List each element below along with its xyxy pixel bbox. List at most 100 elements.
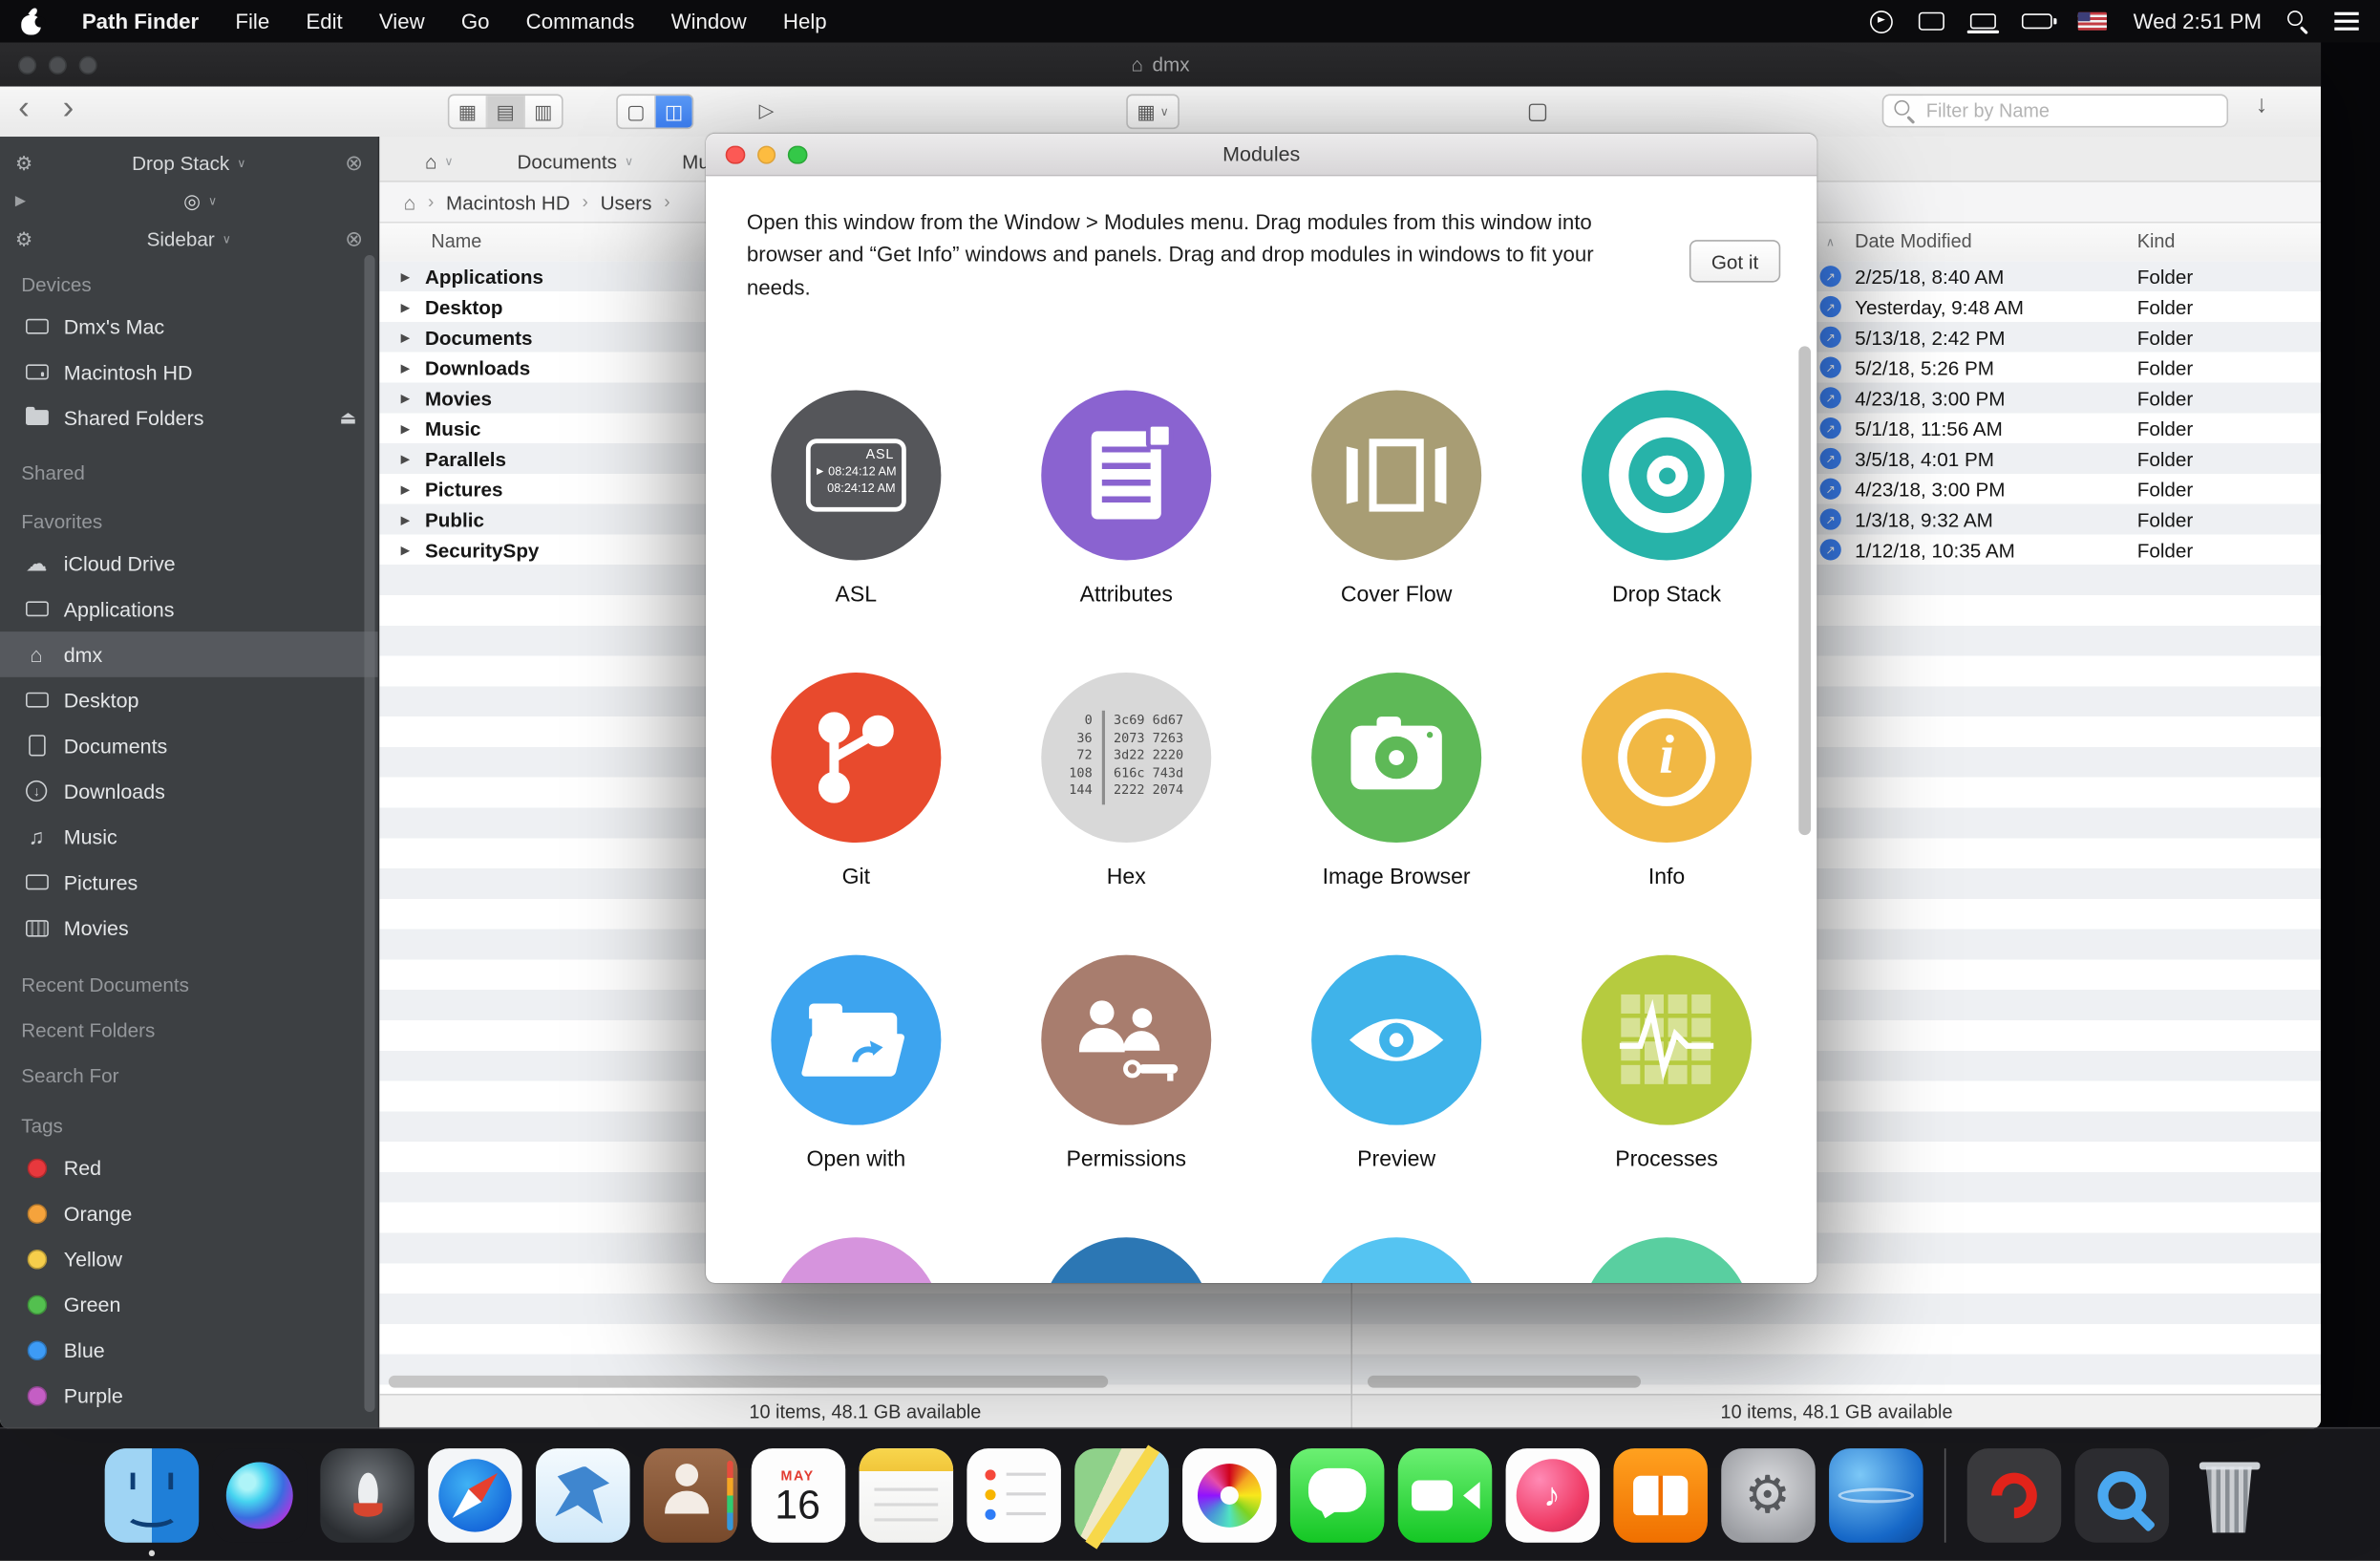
module-partial-4[interactable] — [1582, 1237, 1752, 1283]
sidebar-item-dmx[interactable]: ⌂ dmx — [0, 631, 378, 677]
menu-item-window[interactable]: Window — [671, 10, 747, 33]
sidebar-tag-purple[interactable]: Purple — [0, 1373, 378, 1419]
module-attributes[interactable]: Attributes — [1041, 390, 1211, 673]
disclosure-triangle-icon[interactable]: ▶ — [401, 360, 416, 374]
zoom-window-button[interactable] — [79, 55, 97, 74]
sidebar-tag-orange[interactable]: Orange — [0, 1190, 378, 1236]
date-modified-column-header[interactable]: Date Modified — [1855, 231, 1972, 252]
dock-icon-adobe-acrobat[interactable] — [1966, 1447, 2061, 1542]
home-icon[interactable]: ⌂ — [404, 190, 415, 213]
dock-icon-messages[interactable] — [1289, 1447, 1384, 1542]
horizontal-scrollbar[interactable] — [1368, 1376, 1641, 1388]
menu-item-file[interactable]: File — [235, 10, 269, 33]
module-partial-1[interactable] — [771, 1237, 941, 1283]
menu-item-edit[interactable]: Edit — [306, 10, 342, 33]
dock-icon-itunes[interactable]: ♪ — [1505, 1447, 1600, 1542]
disclosure-triangle-icon[interactable]: ▶ — [401, 300, 416, 313]
airplay-menu-icon[interactable] — [1971, 13, 1997, 29]
zoom-modules-button[interactable] — [788, 145, 807, 164]
gear-icon[interactable]: ⚙ — [15, 151, 33, 175]
module-asl[interactable]: ASL ▶08:24:12 AM 08:24:12 AM ASL — [771, 390, 941, 673]
kind-column-header[interactable]: Kind — [2137, 231, 2176, 252]
dock-icon-reminders[interactable] — [967, 1447, 1061, 1542]
sidebar-tag-red[interactable]: Red — [0, 1144, 378, 1190]
dock-icon-quicktime[interactable] — [2074, 1447, 2169, 1542]
module-partial-3[interactable] — [1311, 1237, 1481, 1283]
window-title-bar[interactable]: ⌂ dmx — [0, 43, 2321, 87]
sidebar-tag-yellow[interactable]: Yellow — [0, 1236, 378, 1282]
sidebar-item-documents[interactable]: Documents — [0, 723, 378, 769]
sidebar-item-icloud-drive[interactable]: ☁ iCloud Drive — [0, 541, 378, 587]
disclosure-triangle-icon[interactable]: ▶ — [401, 452, 416, 465]
menu-item-view[interactable]: View — [379, 10, 425, 33]
close-drop-stack-icon[interactable]: ⊗ — [345, 150, 363, 176]
spotlight-search-icon[interactable] — [2287, 11, 2308, 32]
single-pane-button[interactable]: ▢ — [618, 96, 656, 127]
drop-stack-target-icon[interactable]: ◎ — [183, 189, 201, 213]
location-services-menu-icon[interactable] — [1871, 10, 1894, 32]
icon-view-button[interactable]: ▦ — [449, 96, 487, 127]
menu-clock[interactable]: Wed 2:51 PM — [2134, 10, 2262, 33]
sidebar-item-dmxs-mac[interactable]: Dmx's Mac — [0, 304, 378, 350]
recent-folders-label[interactable]: Recent Folders — [0, 1008, 378, 1054]
disclosure-triangle-icon[interactable]: ▶ — [401, 391, 416, 404]
module-permissions[interactable]: Permissions — [1041, 955, 1211, 1238]
sidebar-item-applications[interactable]: Applications — [0, 586, 378, 631]
notification-center-icon[interactable] — [2334, 12, 2358, 31]
tab-home[interactable]: ⌂ ∨ — [425, 141, 454, 181]
apple-menu-icon[interactable] — [21, 9, 42, 34]
module-partial-2[interactable] — [1041, 1237, 1211, 1283]
module-drop-stack[interactable]: Drop Stack — [1582, 390, 1752, 673]
sidebar-item-movies[interactable]: Movies — [0, 905, 378, 951]
column-view-button[interactable]: ▥ — [525, 96, 562, 127]
get-info-button[interactable]: ▢ — [1518, 95, 1557, 126]
name-column-header[interactable]: Name — [431, 231, 481, 252]
menu-item-commands[interactable]: Commands — [526, 10, 635, 33]
dock-icon-maps[interactable] — [1073, 1447, 1168, 1542]
recent-documents-label[interactable]: Recent Documents — [0, 963, 378, 1009]
sidebar-item-macintosh-hd[interactable]: Macintosh HD — [0, 350, 378, 396]
menu-app-name[interactable]: Path Finder — [82, 10, 199, 33]
module-cover-flow[interactable]: Cover Flow — [1311, 390, 1481, 673]
dock-icon-notes[interactable] — [859, 1447, 953, 1542]
filter-input[interactable] — [1923, 98, 2217, 122]
display-menu-icon[interactable] — [1920, 12, 1945, 31]
dock-icon-ibooks[interactable] — [1613, 1447, 1708, 1542]
sidebar-item-downloads[interactable]: ↓ Downloads — [0, 768, 378, 814]
dock-icon-trash[interactable] — [2182, 1447, 2277, 1542]
tab-documents[interactable]: Documents ∨ — [517, 141, 633, 181]
us-flag-input-menu-icon[interactable] — [2078, 12, 2107, 31]
slideshow-button[interactable]: ▷ — [747, 95, 786, 126]
disclosure-triangle-icon[interactable]: ▶ — [401, 512, 416, 525]
module-preview[interactable]: Preview — [1311, 955, 1481, 1238]
dock-icon-finder[interactable] — [104, 1447, 199, 1542]
minimize-modules-button[interactable] — [756, 145, 776, 164]
breadcrumb-users[interactable]: Users — [601, 190, 652, 213]
dock-icon-photos[interactable] — [1181, 1447, 1276, 1542]
module-hex[interactable]: 0 36 72 108 144 3c69 6d67 2073 7263 3d22… — [1041, 673, 1211, 955]
close-sidebar-icon[interactable]: ⊗ — [345, 226, 363, 252]
module-git[interactable]: Git — [771, 673, 941, 955]
disclosure-triangle-icon[interactable]: ▶ — [401, 331, 416, 344]
dual-pane-button[interactable]: ◫ — [656, 96, 692, 127]
modules-title-bar[interactable]: Modules — [706, 134, 1817, 177]
dock-icon-calendar[interactable]: MAY 16 — [751, 1447, 845, 1542]
got-it-button[interactable]: Got it — [1689, 240, 1780, 283]
list-view-button[interactable]: ▤ — [487, 96, 525, 127]
disclosure-triangle-icon[interactable]: ▶ — [401, 543, 416, 556]
module-image-browser[interactable]: Image Browser — [1311, 673, 1481, 955]
battery-menu-icon[interactable] — [2023, 13, 2053, 29]
dock-icon-system-preferences[interactable]: ⚙ — [1720, 1447, 1815, 1542]
close-window-button[interactable] — [18, 55, 36, 74]
dock-icon-blue-globe-app[interactable] — [1828, 1447, 1923, 1542]
menu-item-help[interactable]: Help — [783, 10, 827, 33]
disclosure-triangle-icon[interactable]: ▶ — [401, 482, 416, 496]
forward-button[interactable]: › — [63, 88, 74, 127]
disclosure-triangle-icon[interactable]: ▶ — [401, 421, 416, 435]
horizontal-scrollbar[interactable] — [389, 1376, 1108, 1388]
module-processes[interactable]: Processes — [1582, 955, 1752, 1238]
drop-stack-label[interactable]: Drop Stack — [132, 152, 229, 175]
module-info[interactable]: i Info — [1582, 673, 1752, 955]
dock-icon-launchpad[interactable] — [320, 1447, 414, 1542]
dock-icon-safari[interactable] — [427, 1447, 521, 1542]
